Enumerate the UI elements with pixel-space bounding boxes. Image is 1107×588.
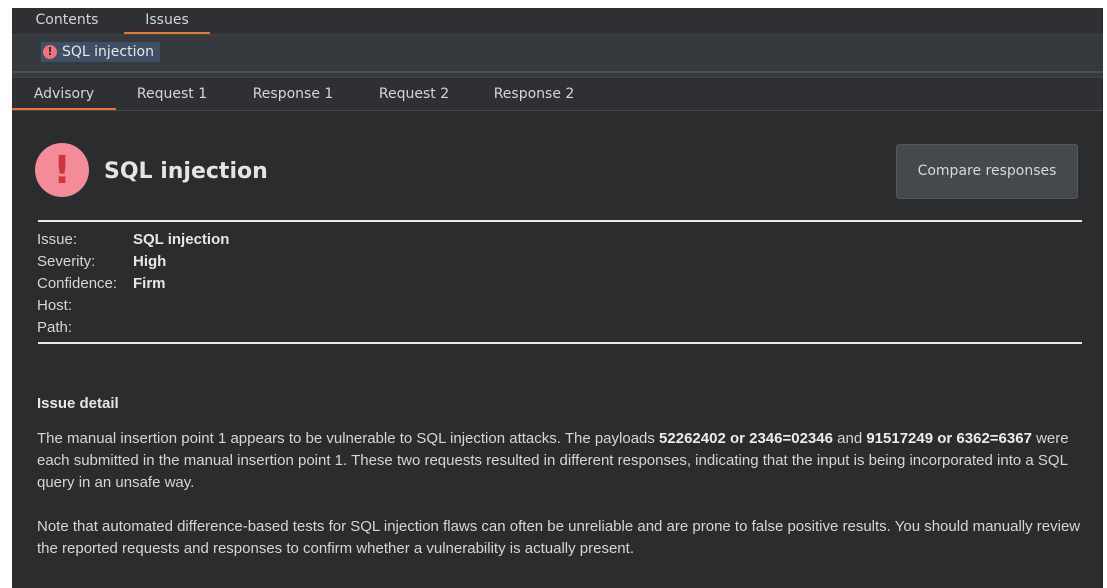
meta-value: SQL injection bbox=[133, 231, 230, 248]
severity-high-icon: ! bbox=[35, 143, 89, 197]
issue-viewer-window: Contents Issues ! SQL injection Advisory… bbox=[12, 8, 1103, 588]
tab-response-1[interactable]: Response 1 bbox=[238, 78, 348, 110]
meta-row-host: Host: bbox=[37, 295, 229, 317]
issue-metadata: Issue: SQL injection Severity: High Conf… bbox=[37, 229, 229, 339]
payload-1: 52262402 or 2346=02346 bbox=[659, 430, 833, 447]
divider bbox=[38, 342, 1082, 344]
issue-list: ! SQL injection bbox=[12, 34, 1103, 77]
top-tab-bar: Contents Issues bbox=[12, 8, 1103, 34]
meta-value: Firm bbox=[133, 275, 166, 292]
issue-detail-paragraph: The manual insertion point 1 appears to … bbox=[37, 428, 1087, 494]
alert-icon: ! bbox=[43, 45, 57, 59]
issue-note-paragraph: Note that automated difference-based tes… bbox=[37, 518, 1081, 557]
tab-request-1[interactable]: Request 1 bbox=[122, 78, 222, 110]
advisory-panel: ! SQL injection Compare responses Issue:… bbox=[12, 115, 1103, 588]
tab-contents[interactable]: Contents bbox=[22, 8, 112, 34]
meta-row-severity: Severity: High bbox=[37, 251, 229, 273]
payload-2: 91517249 or 6362=6367 bbox=[866, 430, 1032, 447]
issue-list-item-sql-injection[interactable]: ! SQL injection bbox=[41, 42, 160, 62]
tab-request-2[interactable]: Request 2 bbox=[364, 78, 464, 110]
detail-tab-bar: Advisory Request 1 Response 1 Request 2 … bbox=[12, 77, 1103, 111]
divider bbox=[12, 71, 1103, 73]
divider bbox=[38, 220, 1082, 222]
meta-key: Issue: bbox=[37, 231, 78, 248]
meta-key: Host: bbox=[37, 297, 73, 314]
meta-key: Confidence: bbox=[37, 275, 118, 292]
meta-row-confidence: Confidence: Firm bbox=[37, 273, 229, 295]
tab-issues[interactable]: Issues bbox=[124, 8, 210, 34]
meta-row-path: Path: bbox=[37, 317, 229, 339]
tab-advisory[interactable]: Advisory bbox=[12, 78, 116, 110]
issue-item-label: SQL injection bbox=[62, 44, 154, 60]
meta-key: Severity: bbox=[37, 253, 96, 270]
issue-detail-heading: Issue detail bbox=[37, 395, 119, 412]
advisory-title: SQL injection bbox=[104, 159, 268, 184]
meta-key: Path: bbox=[37, 319, 73, 336]
detail-text: and bbox=[832, 430, 867, 447]
meta-row-issue: Issue: SQL injection bbox=[37, 229, 229, 251]
detail-text: The manual insertion point 1 appears to … bbox=[37, 430, 660, 447]
tab-response-2[interactable]: Response 2 bbox=[478, 78, 590, 110]
meta-value: High bbox=[133, 253, 167, 270]
compare-responses-button[interactable]: Compare responses bbox=[896, 144, 1078, 199]
